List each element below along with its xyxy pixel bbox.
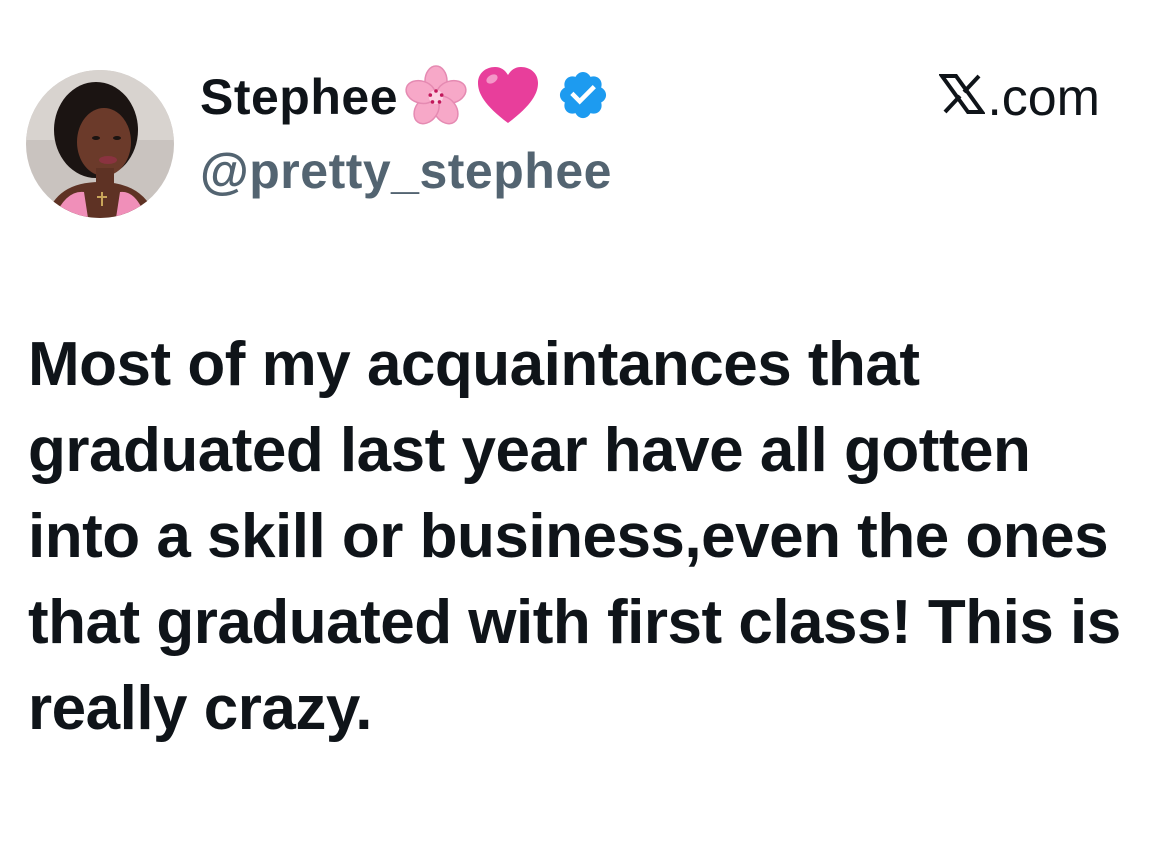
cherry-blossom-icon: [400, 61, 472, 133]
source-label: .com: [938, 69, 1100, 127]
author-name-row: Stephee: [200, 62, 610, 132]
pink-heart-icon: [474, 63, 542, 131]
author-handle[interactable]: @pretty_stephee: [200, 146, 612, 196]
tweet-text: Most of my acquaintances that graduated …: [28, 330, 1121, 743]
source-domain: .com: [987, 69, 1100, 127]
avatar[interactable]: [26, 70, 174, 218]
x-logo-icon: [938, 72, 987, 124]
profile-photo-icon: [26, 70, 174, 218]
verified-badge-icon[interactable]: [556, 68, 610, 127]
display-name[interactable]: Stephee: [200, 72, 398, 122]
